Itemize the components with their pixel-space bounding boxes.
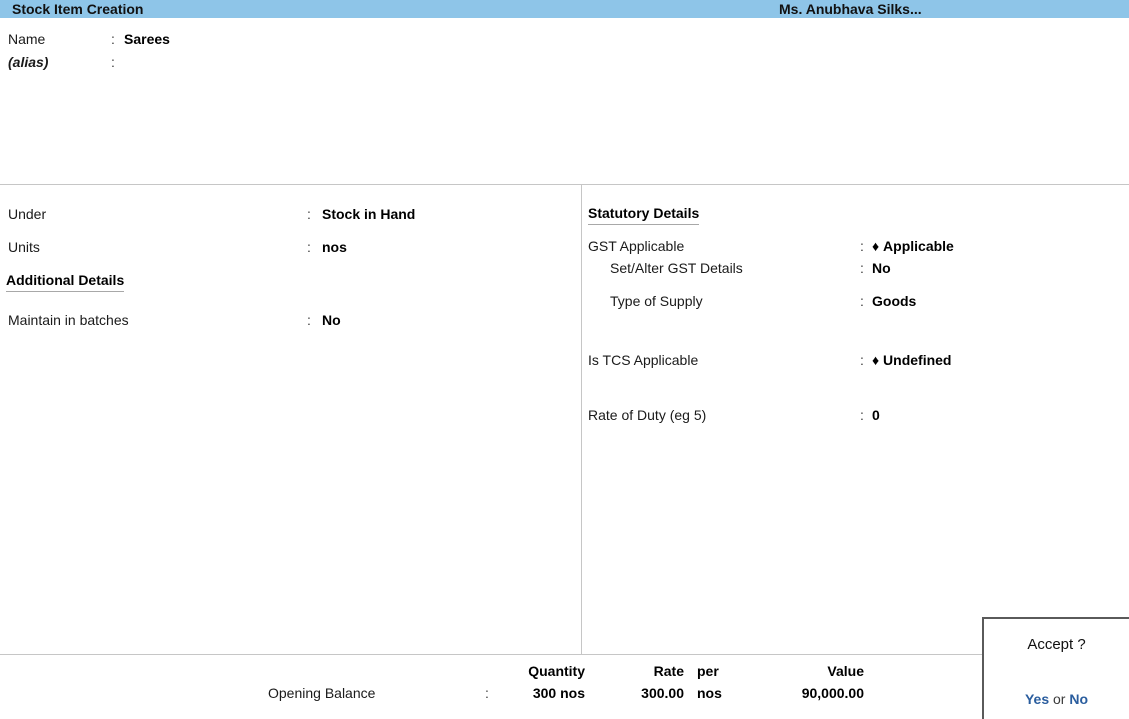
opening-balance-value[interactable]: 90,000.00 [744,685,864,701]
accept-dialog: Accept ? Yes or No [982,617,1129,719]
accept-no-button[interactable]: No [1069,691,1088,707]
set-alter-gst-details-field[interactable]: No [872,260,891,276]
is-tcs-applicable-colon: : [860,352,864,368]
maintain-in-batches-field[interactable]: No [322,312,341,328]
is-tcs-applicable-field[interactable]: ♦ Undefined [872,352,952,368]
name-input[interactable]: Sarees [124,31,170,47]
accept-yes-button[interactable]: Yes [1025,691,1049,707]
statutory-details-heading: Statutory Details [588,205,700,225]
rate-of-duty-label: Rate of Duty (eg 5) [588,407,707,423]
additional-details-heading: Additional Details [6,272,125,292]
gst-applicable-colon: : [860,238,864,254]
opening-balance-rate[interactable]: 300.00 [594,685,684,701]
column-header-rate: Rate [653,663,684,679]
maintain-in-batches-colon: : [307,312,311,328]
company-name: Ms. Anubhava Silks... [779,1,922,17]
type-of-supply-field[interactable]: Goods [872,293,916,309]
column-header-quantity: Quantity [528,663,585,679]
under-field[interactable]: Stock in Hand [322,206,415,222]
opening-balance-label: Opening Balance [268,685,376,701]
under-colon: : [307,206,311,222]
gst-applicable-value: Applicable [883,238,954,254]
diamond-bullet-icon: ♦ [872,352,880,368]
is-tcs-applicable-label: Is TCS Applicable [588,352,699,368]
panel-vertical-divider [581,185,582,654]
accept-dialog-actions: Yes or No [984,691,1129,707]
gst-applicable-label: GST Applicable [588,238,685,254]
opening-balance-per[interactable]: nos [697,685,722,701]
type-of-supply-label: Type of Supply [610,293,703,309]
maintain-in-batches-label: Maintain in batches [8,312,129,328]
column-header-value: Value [827,663,864,679]
alias-colon: : [111,54,115,70]
diamond-bullet-icon: ♦ [872,238,880,254]
accept-dialog-title: Accept ? [1027,636,1086,653]
rate-of-duty-colon: : [860,407,864,423]
set-alter-gst-details-label: Set/Alter GST Details [610,260,743,276]
accept-or-label: or [1053,691,1066,707]
units-label: Units [8,239,40,255]
footer-divider [0,654,1129,655]
set-alter-gst-details-colon: : [860,260,864,276]
is-tcs-applicable-value: Undefined [883,352,952,368]
screen-title: Stock Item Creation [12,1,144,17]
type-of-supply-colon: : [860,293,864,309]
title-bar: Stock Item Creation Ms. Anubhava Silks..… [0,0,1129,18]
units-field[interactable]: nos [322,239,347,255]
units-colon: : [307,239,311,255]
opening-balance-quantity[interactable]: 300 nos [425,685,585,701]
column-header-per: per [697,663,719,679]
header-divider [0,184,1129,185]
name-label: Name [8,31,46,47]
alias-label: (alias) [8,54,49,70]
gst-applicable-field[interactable]: ♦ Applicable [872,238,954,254]
name-colon: : [111,31,115,47]
under-label: Under [8,206,47,222]
rate-of-duty-field[interactable]: 0 [872,407,880,423]
